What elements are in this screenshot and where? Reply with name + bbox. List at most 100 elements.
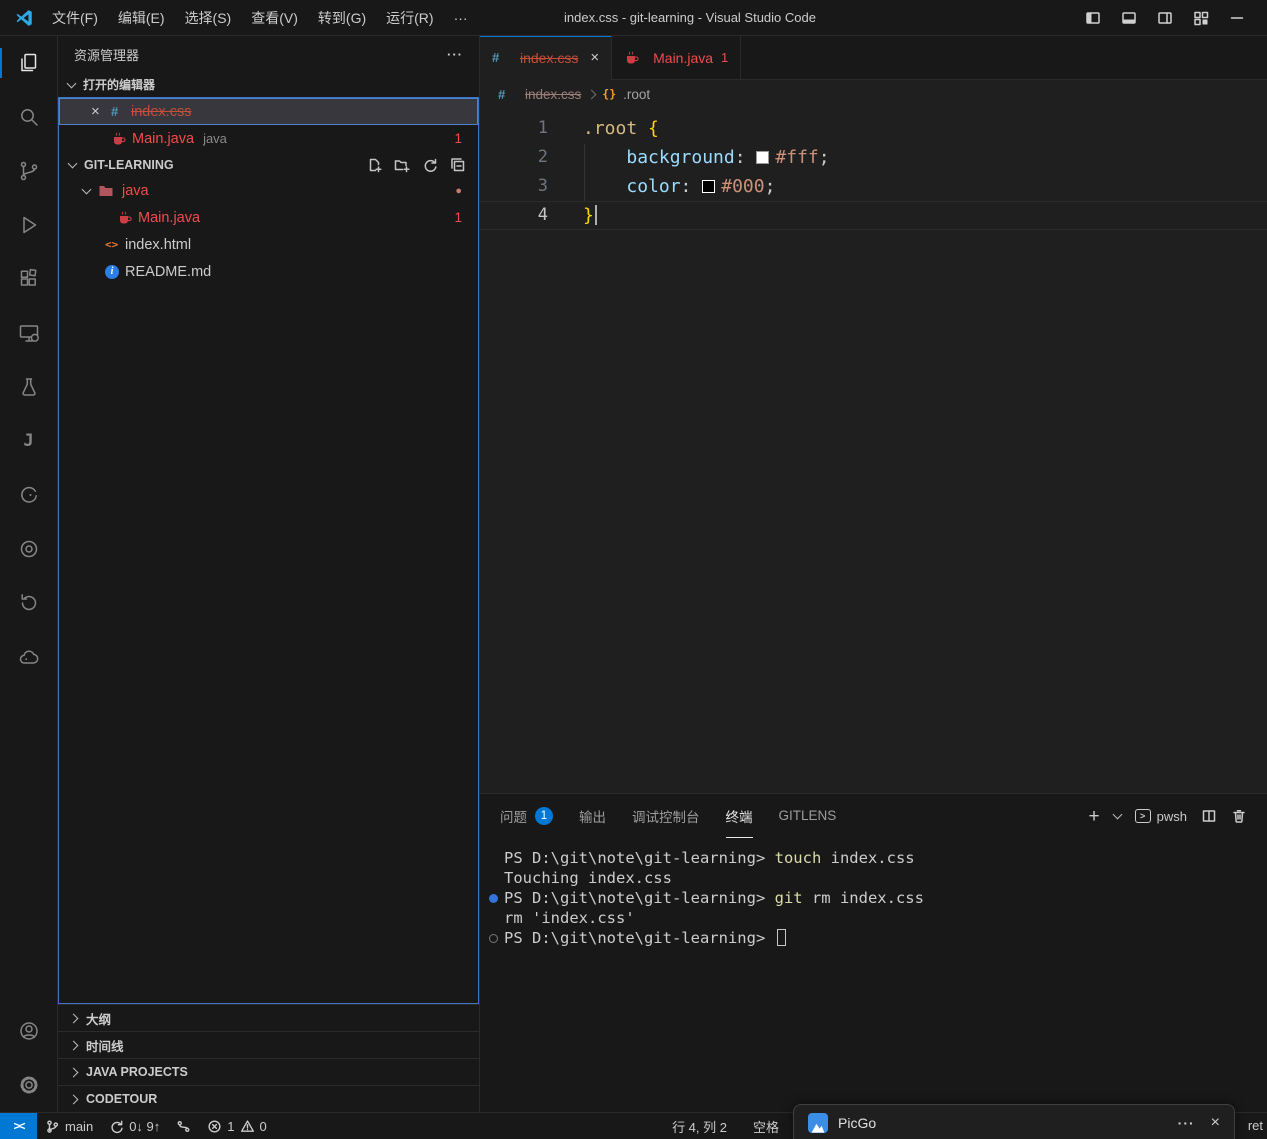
split-terminal-icon[interactable] bbox=[1201, 808, 1217, 824]
explorer-section-header[interactable]: GIT-LEARNING bbox=[59, 152, 478, 177]
menu-view[interactable]: 查看(V) bbox=[241, 5, 308, 31]
tab-gitlens[interactable]: GITLENS bbox=[779, 794, 837, 838]
remote-indicator[interactable]: >< bbox=[0, 1113, 37, 1139]
chevron-down-icon[interactable] bbox=[1112, 810, 1122, 820]
tree-item-java-folder[interactable]: java ● bbox=[59, 177, 478, 204]
code-editor[interactable]: 1 .root { 2 background: #fff; 3 color: #… bbox=[480, 108, 1267, 793]
activity-bar-remote-explorer[interactable] bbox=[0, 306, 57, 360]
code-line-4: 4 } bbox=[480, 201, 1267, 230]
menu-more-icon[interactable]: ··· bbox=[444, 5, 478, 31]
section-codetour[interactable]: CODETOUR bbox=[58, 1085, 479, 1112]
tab-mainjava[interactable]: Main.java 1 bbox=[612, 36, 741, 79]
tab-output[interactable]: 输出 bbox=[579, 794, 606, 838]
activity-bar-history[interactable] bbox=[0, 576, 57, 630]
prompt: PS D:\git\note\git-learning> bbox=[504, 889, 775, 907]
menu-edit[interactable]: 编辑(E) bbox=[108, 5, 175, 31]
text-cursor bbox=[595, 205, 597, 225]
picgo-logo-icon bbox=[808, 1113, 828, 1133]
activity-bar-target[interactable] bbox=[0, 522, 57, 576]
open-editor-item-mainjava[interactable]: Main.java java 1 bbox=[59, 125, 478, 152]
color-swatch[interactable] bbox=[756, 151, 769, 164]
branch-status[interactable]: main bbox=[37, 1113, 101, 1139]
chevron-down-icon bbox=[68, 158, 78, 168]
activity-bar-extensions[interactable] bbox=[0, 252, 57, 306]
file-label: README.md bbox=[125, 264, 211, 280]
customize-layout-icon[interactable] bbox=[1193, 10, 1209, 26]
menu-file[interactable]: 文件(F) bbox=[42, 5, 108, 31]
tab-label: Main.java bbox=[653, 50, 713, 66]
activity-bar-java[interactable]: J bbox=[0, 414, 57, 468]
toast-more-icon[interactable]: ··· bbox=[1178, 1115, 1195, 1131]
section-outline[interactable]: 大纲 bbox=[58, 1004, 479, 1031]
tab-debug-console[interactable]: 调试控制台 bbox=[632, 794, 700, 838]
file-label: Main.java bbox=[138, 210, 200, 226]
new-file-icon[interactable] bbox=[366, 157, 382, 173]
toast-close-icon[interactable]: × bbox=[1211, 1114, 1220, 1132]
files-icon bbox=[17, 51, 41, 75]
activity-bar-cloud-extension[interactable] bbox=[0, 630, 57, 684]
terminal[interactable]: PS D:\git\note\git-learning> touch index… bbox=[480, 838, 1267, 1112]
tab-problems[interactable]: 问题 1 bbox=[500, 794, 553, 838]
open-editor-item-indexcss[interactable]: × # index.css bbox=[59, 98, 478, 125]
toggle-panel-icon[interactable] bbox=[1121, 10, 1137, 26]
error-count: 1 bbox=[227, 1119, 234, 1134]
panel-tab-label: 输出 bbox=[579, 806, 606, 826]
problems-badge: 1 bbox=[454, 210, 478, 225]
close-icon[interactable]: × bbox=[91, 103, 111, 120]
color-swatch[interactable] bbox=[702, 180, 715, 193]
close-icon[interactable]: × bbox=[590, 49, 599, 66]
activity-bar-search[interactable] bbox=[0, 90, 57, 144]
pwsh-icon: > bbox=[1135, 809, 1151, 823]
tree-item-indexhtml[interactable]: <> index.html bbox=[59, 231, 478, 258]
title-bar: 文件(F) 编辑(E) 选择(S) 查看(V) 转到(G) 运行(R) ··· … bbox=[0, 0, 1267, 36]
menu-selection[interactable]: 选择(S) bbox=[175, 5, 242, 31]
bottom-panel: 问题 1 输出 调试控制台 终端 GITLENS + > pwsh bbox=[480, 793, 1267, 1112]
code-line-1: 1 .root { bbox=[480, 114, 1267, 143]
panel-tab-label: 终端 bbox=[726, 806, 753, 826]
cursor-position[interactable]: 行 4, 列 2 bbox=[664, 1117, 735, 1136]
refresh-icon[interactable] bbox=[422, 157, 438, 173]
activity-bar-run-debug[interactable] bbox=[0, 198, 57, 252]
folder-icon bbox=[98, 183, 114, 199]
open-editors-header[interactable]: 打开的编辑器 bbox=[58, 72, 479, 97]
command-pending-decoration[interactable] bbox=[489, 934, 498, 943]
chevron-down-icon bbox=[82, 184, 92, 194]
menu-run[interactable]: 运行(R) bbox=[376, 5, 443, 31]
workspace-name: GIT-LEARNING bbox=[84, 158, 174, 172]
activity-bar-settings[interactable] bbox=[0, 1058, 57, 1112]
notification-toast: PicGo ··· × bbox=[793, 1104, 1235, 1139]
terminal-line: PS D:\git\note\git-learning> bbox=[480, 928, 1267, 948]
problems-count-badge: 1 bbox=[535, 807, 553, 825]
activity-bar-source-control[interactable] bbox=[0, 144, 57, 198]
problems-status[interactable]: 1 0 bbox=[199, 1113, 274, 1139]
toggle-secondary-sidebar-icon[interactable] bbox=[1157, 10, 1173, 26]
sync-status[interactable]: 0↓ 9↑ bbox=[101, 1113, 168, 1139]
breadcrumb-file[interactable]: index.css bbox=[525, 87, 581, 102]
activity-bar-testing[interactable] bbox=[0, 360, 57, 414]
toggle-primary-sidebar-icon[interactable] bbox=[1085, 10, 1101, 26]
collapse-all-icon[interactable] bbox=[450, 157, 466, 173]
section-timeline[interactable]: 时间线 bbox=[58, 1031, 479, 1058]
activity-bar-accounts[interactable] bbox=[0, 1004, 57, 1058]
menu-go[interactable]: 转到(G) bbox=[308, 5, 376, 31]
tab-terminal[interactable]: 终端 bbox=[726, 794, 753, 838]
tree-item-readme[interactable]: i README.md bbox=[59, 258, 478, 285]
section-java-projects[interactable]: JAVA PROJECTS bbox=[58, 1058, 479, 1085]
args: rm index.css bbox=[803, 889, 924, 907]
activity-bar-explorer[interactable] bbox=[0, 36, 57, 90]
new-terminal-icon[interactable]: + bbox=[1089, 807, 1100, 826]
tab-indexcss[interactable]: # index.css × bbox=[480, 36, 612, 79]
css-property: color bbox=[626, 176, 680, 197]
minimize-icon[interactable] bbox=[1229, 10, 1245, 26]
activity-bar-gradle[interactable] bbox=[0, 468, 57, 522]
new-folder-icon[interactable] bbox=[394, 157, 410, 173]
more-actions-icon[interactable]: ··· bbox=[447, 47, 463, 62]
indentation-status[interactable]: 空格 bbox=[745, 1117, 787, 1136]
scm-graph-status[interactable] bbox=[168, 1113, 199, 1139]
kill-terminal-trash-icon[interactable] bbox=[1231, 808, 1247, 824]
settings-gear-icon bbox=[17, 1073, 41, 1097]
command-success-decoration[interactable] bbox=[489, 894, 498, 903]
terminal-profile[interactable]: > pwsh bbox=[1135, 809, 1187, 824]
tree-item-mainjava[interactable]: Main.java 1 bbox=[59, 204, 478, 231]
breadcrumb-symbol[interactable]: .root bbox=[623, 87, 650, 102]
